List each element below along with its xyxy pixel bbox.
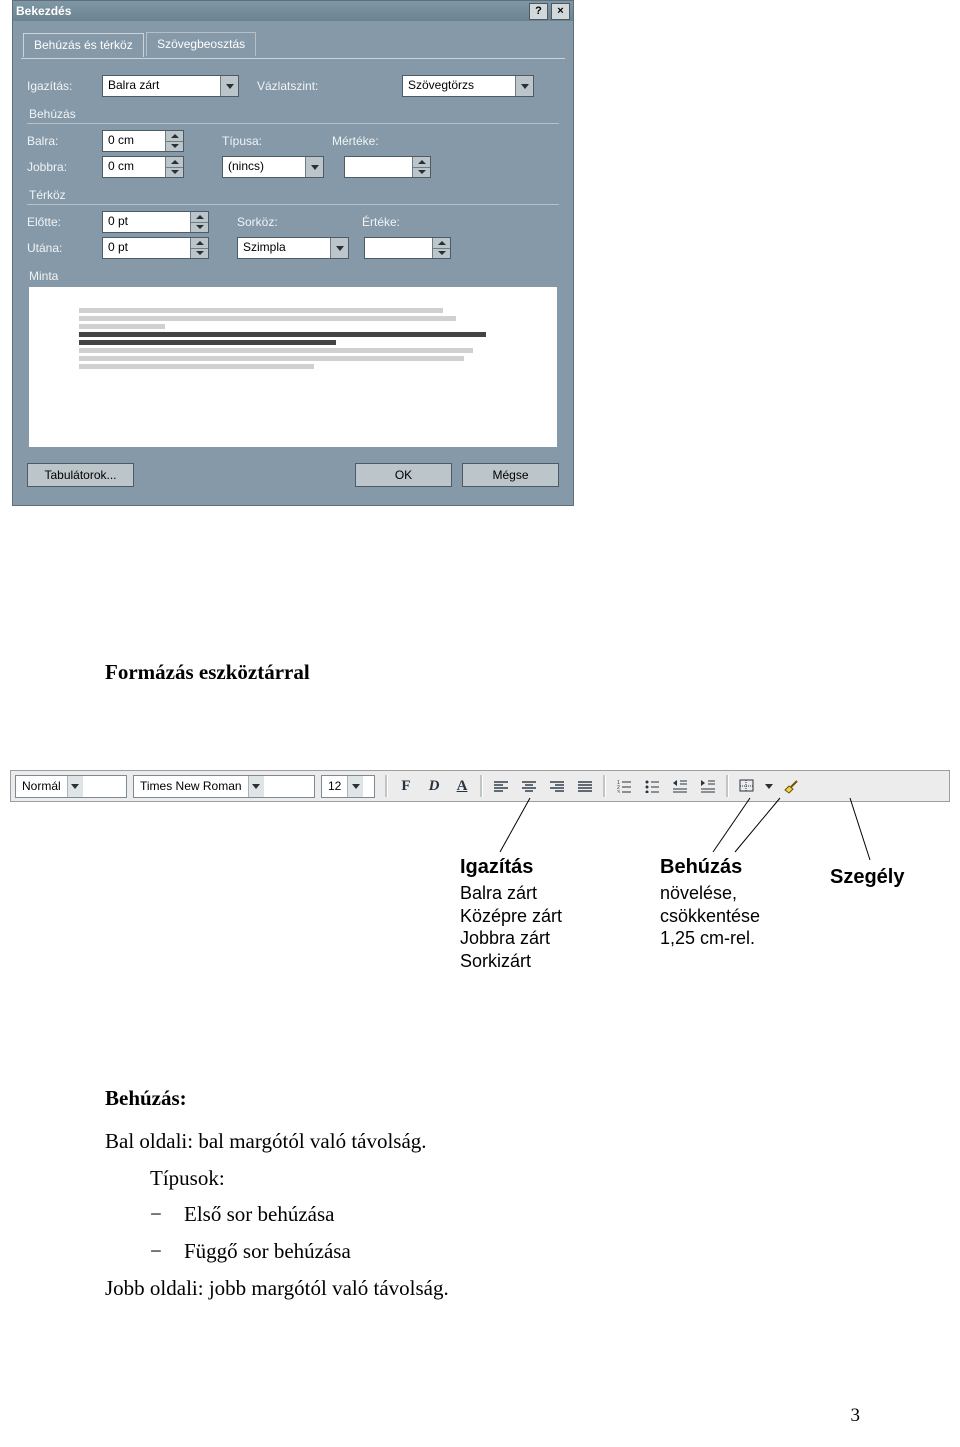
chevron-down-icon[interactable] bbox=[248, 776, 264, 797]
label-after: Utána: bbox=[27, 241, 102, 255]
cancel-button[interactable]: Mégse bbox=[462, 463, 559, 487]
spin-up-icon[interactable] bbox=[191, 212, 208, 222]
align-justify-button[interactable] bbox=[572, 774, 598, 799]
spin-up-icon[interactable] bbox=[166, 157, 183, 167]
underline-button[interactable]: A bbox=[449, 774, 475, 799]
right-indent-spinner[interactable]: 0 cm bbox=[102, 156, 184, 178]
align-justify-icon bbox=[577, 780, 593, 792]
label-left: Balra: bbox=[27, 134, 102, 148]
marker-icon bbox=[782, 778, 800, 794]
numbered-list-icon: 1 2 3 bbox=[616, 779, 632, 793]
label-outline-level: Vázlatszint: bbox=[257, 79, 347, 93]
list-item: Első sor behúzása bbox=[150, 1196, 885, 1233]
increase-indent-button[interactable] bbox=[695, 774, 721, 799]
section-indent: Behúzás bbox=[29, 107, 559, 121]
alignment-combo[interactable]: Balra zárt bbox=[102, 75, 239, 97]
spin-up-icon[interactable] bbox=[191, 238, 208, 248]
preview-pane bbox=[29, 287, 557, 447]
dialog-title: Bekezdés bbox=[16, 4, 526, 18]
annotation-border: Szegély bbox=[830, 865, 904, 892]
tab-text-flow[interactable]: Szövegbeosztás bbox=[146, 32, 256, 56]
increase-indent-icon bbox=[700, 779, 716, 793]
label-measure: Mértéke: bbox=[332, 134, 412, 148]
spin-up-icon[interactable] bbox=[166, 131, 183, 141]
list-item: Függő sor behúzása bbox=[150, 1233, 885, 1270]
spin-down-icon[interactable] bbox=[413, 167, 430, 178]
decrease-indent-button[interactable] bbox=[667, 774, 693, 799]
border-dropdown[interactable] bbox=[762, 774, 776, 799]
text-left-margin: Bal oldali: bal margótól való távolság. bbox=[105, 1123, 885, 1160]
spin-up-icon[interactable] bbox=[413, 157, 430, 167]
decrease-indent-icon bbox=[672, 779, 688, 793]
annotation-indent: Behúzás növelése, csökkentése 1,25 cm-re… bbox=[660, 855, 760, 950]
fontsize-combo[interactable]: 12 bbox=[321, 775, 375, 798]
dialog-titlebar: Bekezdés ? × bbox=[13, 1, 573, 21]
paragraph-dialog: Bekezdés ? × Behúzás és térköz Szövegbeo… bbox=[12, 0, 574, 506]
style-combo[interactable]: Normál bbox=[15, 775, 127, 798]
text-types: Típusok: bbox=[150, 1160, 885, 1197]
special-indent-combo[interactable]: (nincs) bbox=[222, 156, 324, 178]
bold-icon: F bbox=[401, 778, 410, 795]
align-center-icon bbox=[521, 780, 537, 792]
bulleted-list-button[interactable] bbox=[639, 774, 665, 799]
label-linespacing: Sorköz: bbox=[237, 215, 307, 229]
label-alignment: Igazítás: bbox=[27, 79, 102, 93]
border-icon bbox=[739, 779, 755, 793]
heading-behuzas: Behúzás: bbox=[105, 1080, 885, 1117]
formatting-toolbar: Normál Times New Roman 12 F D A 1 2 3 bbox=[10, 770, 950, 802]
space-before-spinner[interactable]: 0 pt bbox=[102, 211, 209, 233]
ok-button[interactable]: OK bbox=[355, 463, 452, 487]
label-value: Értéke: bbox=[362, 215, 432, 229]
chevron-down-icon bbox=[765, 784, 773, 789]
chevron-down-icon[interactable] bbox=[330, 238, 348, 258]
close-button[interactable]: × bbox=[551, 3, 570, 20]
annotation-alignment: Igazítás Balra zárt Középre zárt Jobbra … bbox=[460, 855, 562, 972]
chevron-down-icon[interactable] bbox=[347, 776, 363, 797]
bulleted-list-icon bbox=[644, 779, 660, 793]
help-button[interactable]: ? bbox=[529, 3, 548, 20]
font-combo[interactable]: Times New Roman bbox=[133, 775, 315, 798]
label-before: Előtte: bbox=[27, 215, 102, 229]
label-right: Jobbra: bbox=[27, 160, 102, 174]
align-right-button[interactable] bbox=[544, 774, 570, 799]
chevron-down-icon[interactable] bbox=[220, 76, 238, 96]
underline-icon: A bbox=[457, 778, 468, 795]
linespacing-value-spinner[interactable] bbox=[364, 237, 451, 259]
numbered-list-button[interactable]: 1 2 3 bbox=[611, 774, 637, 799]
tab-indent-spacing[interactable]: Behúzás és térköz bbox=[23, 33, 144, 57]
align-center-button[interactable] bbox=[516, 774, 542, 799]
section-heading: Formázás eszköztárral bbox=[105, 660, 885, 685]
outline-level-combo[interactable]: Szövegtörzs bbox=[402, 75, 534, 97]
spin-down-icon[interactable] bbox=[433, 248, 450, 259]
chevron-down-icon[interactable] bbox=[515, 76, 533, 96]
text-right-margin: Jobb oldali: jobb margótól való távolság… bbox=[105, 1270, 885, 1307]
spin-down-icon[interactable] bbox=[191, 222, 208, 233]
page-number: 3 bbox=[851, 1405, 861, 1427]
bold-button[interactable]: F bbox=[393, 774, 419, 799]
align-left-button[interactable] bbox=[488, 774, 514, 799]
border-button[interactable] bbox=[734, 774, 760, 799]
chevron-down-icon[interactable] bbox=[305, 157, 323, 177]
left-indent-spinner[interactable]: 0 cm bbox=[102, 130, 184, 152]
spin-down-icon[interactable] bbox=[166, 167, 183, 178]
align-left-icon bbox=[493, 780, 509, 792]
tabs-button[interactable]: Tabulátorok... bbox=[27, 463, 134, 487]
document-body: Behúzás: Bal oldali: bal margótól való t… bbox=[105, 1080, 885, 1307]
section-preview: Minta bbox=[29, 269, 559, 283]
spin-up-icon[interactable] bbox=[433, 238, 450, 248]
highlight-button[interactable] bbox=[778, 774, 804, 799]
chevron-down-icon[interactable] bbox=[67, 776, 83, 797]
italic-button[interactable]: D bbox=[421, 774, 447, 799]
measure-spinner[interactable] bbox=[344, 156, 431, 178]
label-type: Típusa: bbox=[222, 134, 292, 148]
italic-icon: D bbox=[429, 778, 440, 795]
align-right-icon bbox=[549, 780, 565, 792]
space-after-spinner[interactable]: 0 pt bbox=[102, 237, 209, 259]
spin-down-icon[interactable] bbox=[191, 248, 208, 259]
spin-down-icon[interactable] bbox=[166, 141, 183, 152]
linespacing-combo[interactable]: Szimpla bbox=[237, 237, 349, 259]
section-spacing: Térköz bbox=[29, 188, 559, 202]
svg-text:3: 3 bbox=[617, 790, 620, 793]
